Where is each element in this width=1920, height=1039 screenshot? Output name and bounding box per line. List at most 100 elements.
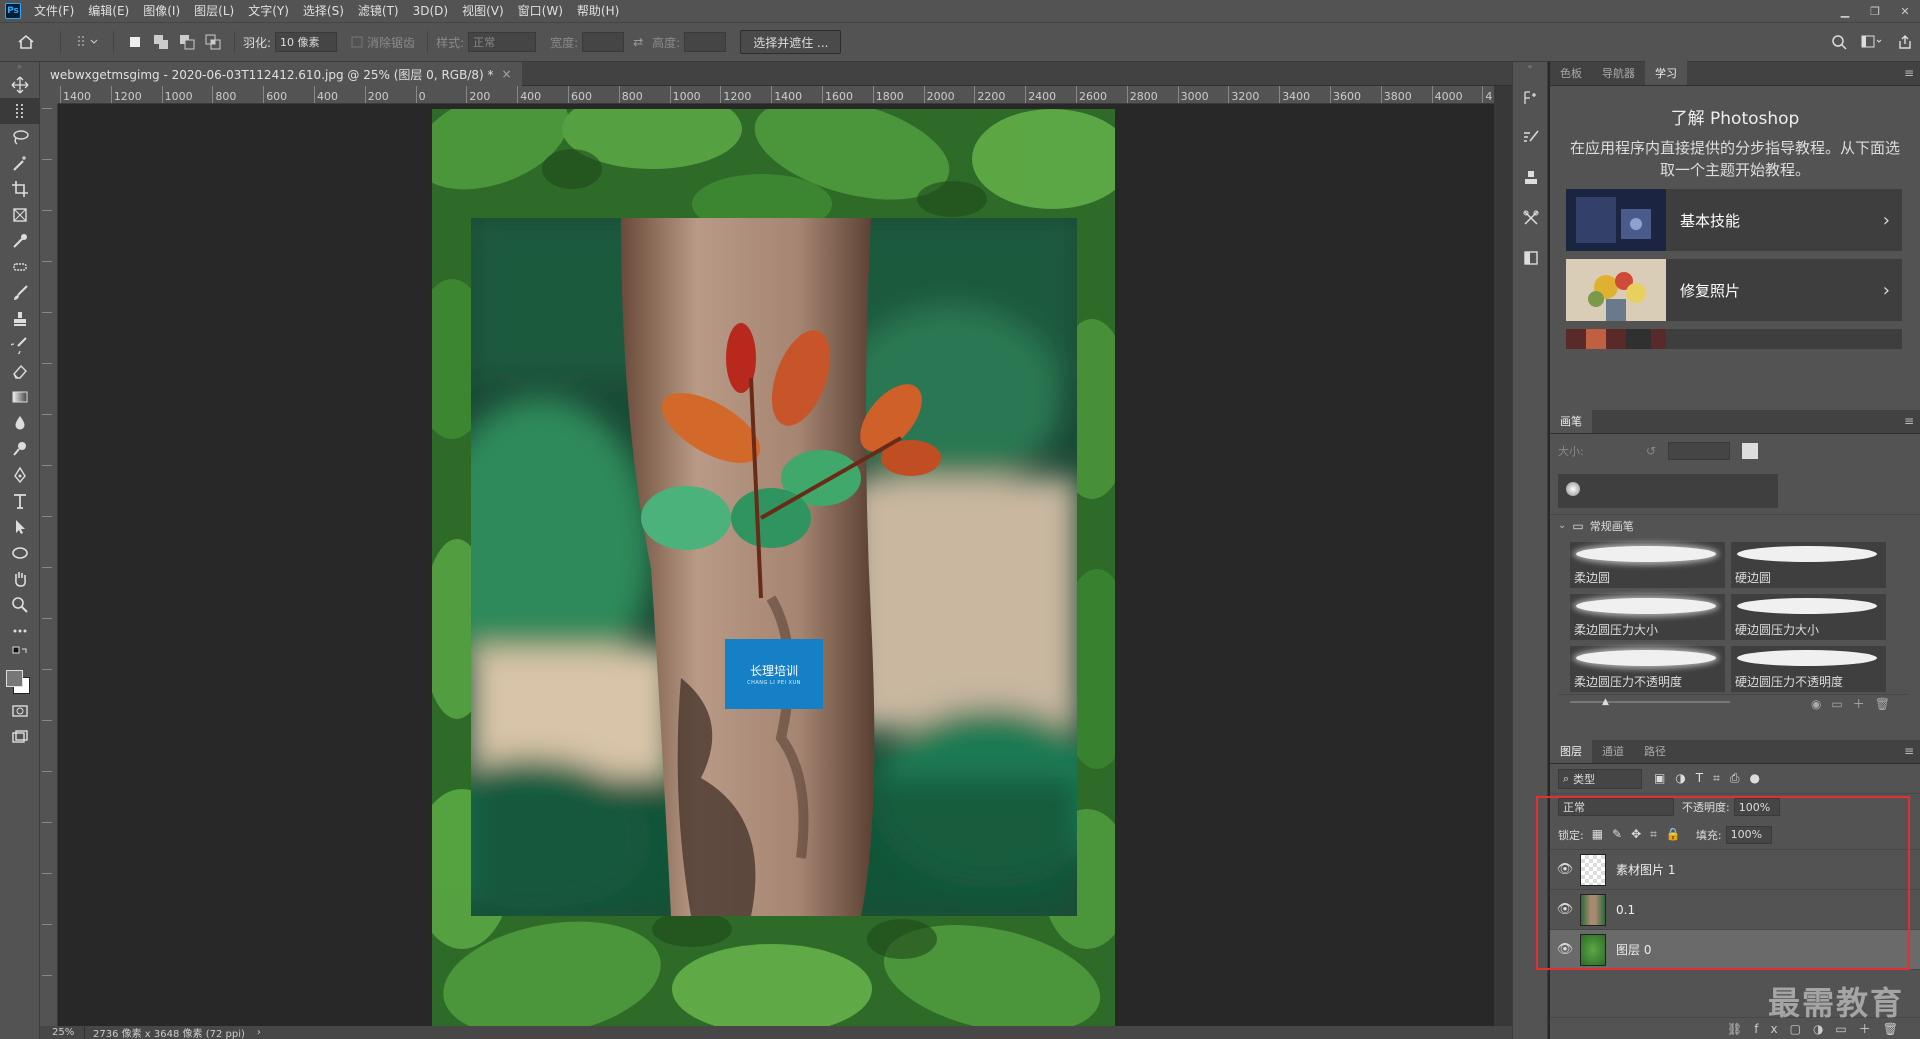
panel-menu-icon[interactable]: ≡	[1904, 744, 1914, 758]
dodge-tool-icon[interactable]	[0, 436, 40, 462]
learn-card-partial[interactable]	[1566, 329, 1902, 349]
brush-hard-round[interactable]: 硬边圆	[1731, 542, 1886, 588]
chevron-down-icon[interactable]: ⌄	[1558, 520, 1566, 531]
layer-name[interactable]: 0.1	[1616, 903, 1635, 917]
brush-soft-round-pressure-size[interactable]: 柔边圆压力大小	[1570, 594, 1725, 640]
blur-tool-icon[interactable]	[0, 410, 40, 436]
subtract-selection-icon[interactable]	[174, 34, 200, 50]
move-tool-icon[interactable]	[0, 72, 40, 98]
search-icon[interactable]	[1824, 34, 1854, 50]
home-icon[interactable]	[0, 33, 52, 51]
panel-menu-icon[interactable]: ≡	[1904, 414, 1914, 428]
intersect-selection-icon[interactable]	[200, 34, 226, 50]
brush-soft-round[interactable]: 柔边圆	[1570, 542, 1725, 588]
logo-block[interactable]: 长理培训 CHANG LI PEI XUN	[725, 639, 823, 709]
tab-swatches[interactable]: 色板	[1550, 61, 1592, 85]
brush-settings-icon[interactable]	[1513, 118, 1549, 158]
hand-tool-icon[interactable]	[0, 566, 40, 592]
swap-width-height-icon[interactable]: ⇄	[624, 35, 652, 49]
eye-icon[interactable]: 👁	[1550, 902, 1580, 917]
screen-mode-icon[interactable]	[0, 724, 40, 750]
style-select[interactable]: 正常	[468, 32, 537, 52]
menu-file[interactable]: 文件(F)	[27, 0, 81, 22]
tab-brushes[interactable]: 画笔	[1550, 409, 1592, 433]
width-input[interactable]	[582, 32, 625, 52]
healing-brush-icon[interactable]	[0, 254, 40, 280]
antialias-checkbox[interactable]	[351, 36, 363, 48]
layer-row[interactable]: 👁 素材图片 1	[1550, 850, 1920, 890]
menu-window[interactable]: 窗口(W)	[511, 0, 570, 22]
slider-thumb-icon[interactable]: ▲	[1602, 697, 1609, 707]
select-and-mask-button[interactable]: 选择并遮住 ...	[740, 30, 842, 54]
history-panel-icon[interactable]	[1513, 78, 1549, 118]
color-swatches[interactable]	[0, 664, 40, 698]
brush-soft-round-pressure-opacity[interactable]: 柔边圆压力不透明度	[1570, 646, 1725, 692]
vertical-ruler[interactable]	[40, 104, 58, 1026]
type-tool-icon[interactable]	[0, 488, 40, 514]
size-input[interactable]	[1668, 442, 1730, 460]
menu-image[interactable]: 图像(I)	[136, 0, 187, 22]
zoom-level[interactable]: 25%	[40, 1027, 84, 1038]
tool-presets-icon[interactable]	[1513, 198, 1549, 238]
tab-channels[interactable]: 通道	[1592, 739, 1634, 763]
brush-footer-icons[interactable]: ◉▭＋🗑	[1811, 695, 1900, 712]
properties-panel-icon[interactable]	[1513, 238, 1549, 278]
blend-mode-select[interactable]: 正常	[1558, 798, 1674, 816]
menu-select[interactable]: 选择(S)	[296, 0, 351, 22]
clone-source-icon[interactable]	[1513, 158, 1549, 198]
brush-hard-round-pressure-size[interactable]: 硬边圆压力大小	[1731, 594, 1886, 640]
marquee-tool-icon[interactable]	[0, 98, 40, 124]
clone-stamp-icon[interactable]	[0, 306, 40, 332]
tab-layers[interactable]: 图层	[1550, 739, 1592, 763]
restore-icon[interactable]: ❐	[1860, 0, 1890, 22]
collapse-icon[interactable]: »	[0, 62, 39, 72]
pen-tool-icon[interactable]	[0, 462, 40, 488]
minimize-icon[interactable]: ▁	[1830, 0, 1860, 22]
default-colors-icon[interactable]	[0, 644, 40, 664]
brush-tool-icon[interactable]	[0, 280, 40, 306]
brush-hard-round-pressure-opacity[interactable]: 硬边圆压力不透明度	[1731, 646, 1886, 692]
layer-row-selected[interactable]: 👁 图层 0	[1550, 930, 1920, 970]
tab-navigator[interactable]: 导航器	[1592, 61, 1645, 85]
magic-wand-icon[interactable]	[0, 150, 40, 176]
inner-photo-layer[interactable]	[471, 218, 1077, 916]
crop-tool-icon[interactable]	[0, 176, 40, 202]
close-tab-icon[interactable]: ×	[502, 67, 512, 81]
marquee-tool-preset-icon[interactable]	[69, 34, 105, 50]
share-icon[interactable]	[1890, 34, 1920, 50]
menu-3d[interactable]: 3D(D)	[406, 0, 455, 22]
menu-layer[interactable]: 图层(L)	[187, 0, 241, 22]
document-image[interactable]: 长理培训 CHANG LI PEI XUN	[432, 109, 1115, 1026]
learn-card-fix-photos[interactable]: 修复照片 ›	[1566, 259, 1902, 321]
layer-name[interactable]: 素材图片 1	[1616, 861, 1675, 878]
document-tab[interactable]: webwxgetmsgimg - 2020-06-03T112412.610.j…	[40, 62, 522, 86]
menu-help[interactable]: 帮助(H)	[570, 0, 626, 22]
ellipse-tool-icon[interactable]	[0, 540, 40, 566]
zoom-tool-icon[interactable]	[0, 592, 40, 618]
feather-input[interactable]: 10 像素	[275, 32, 338, 52]
path-selection-icon[interactable]	[0, 514, 40, 540]
opacity-input[interactable]: 100%	[1733, 798, 1780, 816]
fill-input[interactable]: 100%	[1725, 825, 1772, 844]
layer-row[interactable]: 👁 0.1	[1550, 890, 1920, 930]
tab-learn[interactable]: 学习	[1645, 61, 1687, 85]
foreground-color-swatch[interactable]	[6, 670, 23, 687]
layer-filter-icons[interactable]: ▣◑T⌗⎙●	[1654, 771, 1770, 786]
panel-menu-icon[interactable]: ≡	[1904, 66, 1914, 80]
status-menu-arrow-icon[interactable]: ›	[257, 1027, 261, 1038]
history-brush-icon[interactable]	[0, 332, 40, 358]
menu-edit[interactable]: 编辑(E)	[81, 0, 136, 22]
more-tools-icon[interactable]	[0, 618, 40, 644]
collapse-panels-icon[interactable]: «	[1513, 62, 1547, 78]
new-selection-icon[interactable]	[122, 35, 148, 49]
ruler-origin[interactable]	[40, 86, 58, 104]
add-selection-icon[interactable]	[148, 34, 174, 50]
frame-tool-icon[interactable]	[0, 202, 40, 228]
document-canvas[interactable]: 长理培训 CHANG LI PEI XUN	[58, 104, 1494, 1026]
tab-paths[interactable]: 路径	[1634, 739, 1676, 763]
workspace-icon[interactable]	[1854, 35, 1890, 49]
brush-size-slider[interactable]	[1570, 701, 1730, 703]
eye-icon[interactable]: 👁	[1550, 862, 1580, 877]
close-window-icon[interactable]: ✕	[1890, 0, 1920, 22]
lasso-tool-icon[interactable]	[0, 124, 40, 150]
